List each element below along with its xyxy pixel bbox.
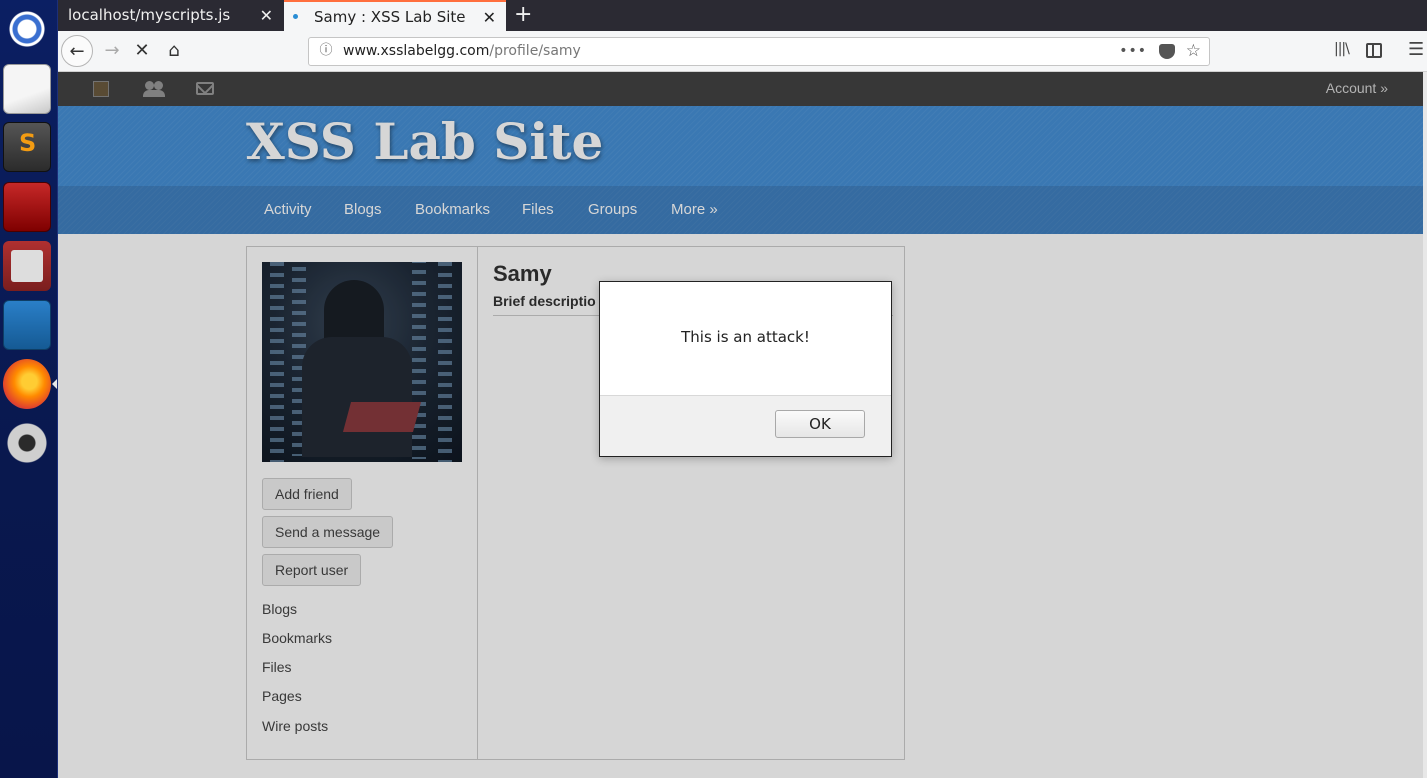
system-settings-icon[interactable] [3,418,51,468]
pocket-icon[interactable] [1159,44,1175,59]
library-icon[interactable]: |||\ [1334,41,1350,57]
files-icon[interactable] [3,241,51,291]
hamburger-menu-icon[interactable]: ☰ [1408,39,1424,60]
tab-title: Samy : XSS Lab Site [314,8,466,26]
forward-button[interactable]: → [98,35,126,67]
wireshark-icon[interactable] [3,300,51,350]
firefox-icon[interactable] [3,359,51,409]
close-tab-icon[interactable]: ✕ [260,0,273,31]
ubuntu-dash-icon[interactable] [3,4,51,54]
sublime-text-icon[interactable]: S [3,122,51,172]
stop-button[interactable]: ✕ [128,35,156,67]
ubuntu-launcher: S [0,0,58,778]
tab-xss-lab-site[interactable]: Samy : XSS Lab Site ✕ [284,0,506,31]
url-host: www.xsslabelgg.com [343,43,490,59]
url-text[interactable]: www.xsslabelgg.com/profile/samy [343,38,581,65]
home-button[interactable]: ⌂ [160,35,188,67]
ok-button[interactable]: OK [775,410,865,438]
terminal-icon[interactable] [3,182,51,232]
info-icon[interactable]: ⓘ [317,42,335,60]
url-bar[interactable]: ⓘ www.xsslabelgg.com/profile/samy ••• ☆ [308,37,1210,66]
browser-tab-bar: localhost/myscripts.js ✕ Samy : XSS Lab … [58,0,1427,31]
back-button[interactable]: ← [61,35,93,67]
sidebar-icon[interactable] [1366,43,1382,58]
alert-dialog: This is an attack! OK [599,281,892,457]
alert-message: This is an attack! [681,328,810,346]
tab-myscripts[interactable]: localhost/myscripts.js ✕ [58,0,283,31]
page-actions-icon[interactable]: ••• [1119,38,1147,64]
tab-title: localhost/myscripts.js [68,6,231,24]
text-editor-icon[interactable] [3,64,51,114]
loading-indicator-icon [293,14,298,19]
bookmark-star-icon[interactable]: ☆ [1186,38,1201,64]
alert-footer: OK [600,395,891,456]
new-tab-button[interactable]: + [514,0,532,31]
browser-toolbar: ← → ✕ ⌂ ⓘ www.xsslabelgg.com/profile/sam… [58,31,1427,72]
active-app-indicator [52,379,57,389]
close-tab-icon[interactable]: ✕ [483,2,496,33]
url-path: /profile/samy [489,43,581,59]
page-scrollbar[interactable] [1423,72,1427,778]
